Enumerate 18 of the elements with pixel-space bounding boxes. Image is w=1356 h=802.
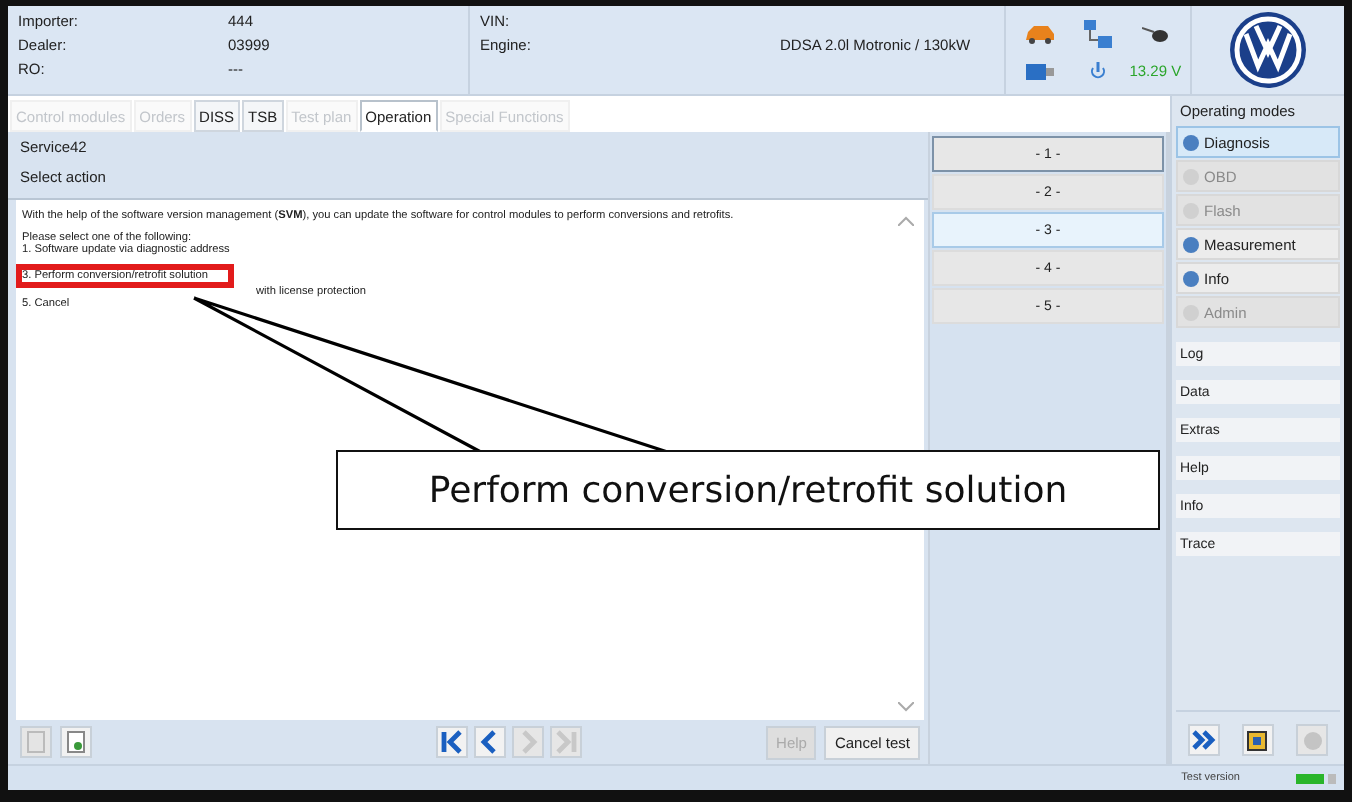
circle-icon [1301, 729, 1324, 751]
scroll-up-icon[interactable] [898, 216, 914, 226]
scroll-down-icon[interactable] [898, 702, 914, 712]
logo-icon [1228, 10, 1308, 90]
network-icon [1083, 19, 1112, 47]
plug-icon [1141, 23, 1170, 43]
first-page-button[interactable] [436, 726, 469, 758]
power-icon [1089, 61, 1106, 81]
car-icon [1024, 23, 1057, 43]
previous-button[interactable] [474, 726, 507, 758]
usb-icon [1026, 63, 1055, 79]
document-add-button[interactable] [60, 726, 92, 758]
forward-button[interactable] [1187, 724, 1220, 756]
connection-icon [1296, 773, 1336, 783]
frame-button[interactable] [1241, 724, 1274, 756]
last-page-button[interactable] [550, 726, 583, 758]
callout-box: Perform conversion/retrofit solution [336, 450, 1160, 530]
document-button[interactable] [20, 726, 52, 758]
